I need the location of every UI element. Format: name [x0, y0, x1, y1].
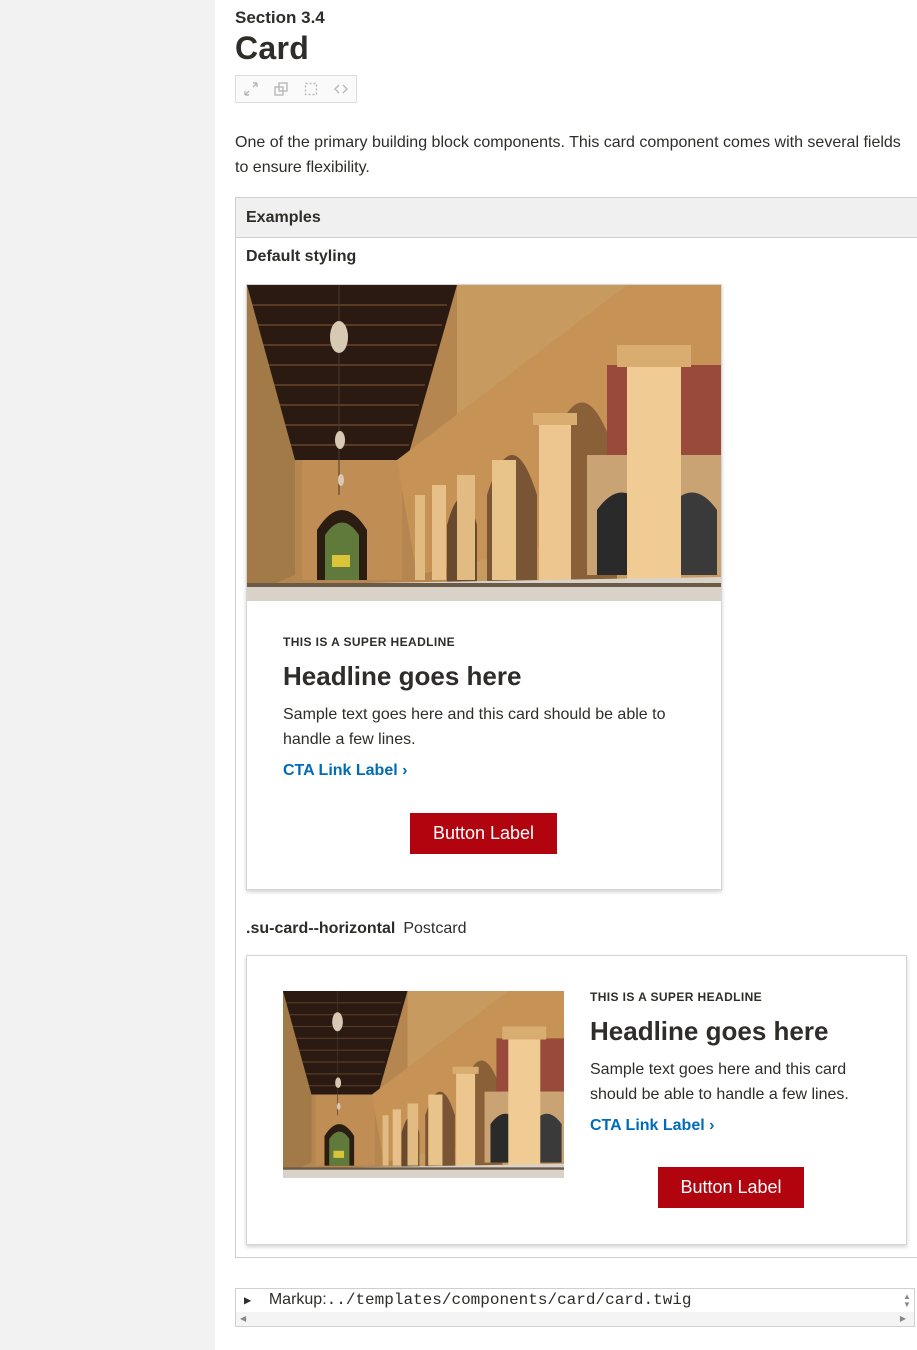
card-horizontal: THIS IS A SUPER HEADLINE Headline goes h…	[246, 955, 907, 1245]
card-image	[247, 285, 721, 601]
card-body: THIS IS A SUPER HEADLINE Headline goes h…	[283, 635, 693, 780]
card-cta-link[interactable]: CTA Link Label ›	[590, 1117, 714, 1135]
card-image	[283, 991, 564, 1178]
card-button[interactable]: Button Label	[658, 1167, 804, 1208]
card-body: THIS IS A SUPER HEADLINE Headline goes h…	[590, 990, 880, 1135]
card-default: THIS IS A SUPER HEADLINE Headline goes h…	[246, 284, 722, 890]
expand-icon[interactable]	[236, 76, 266, 102]
markup-label: Markup:	[268, 1291, 327, 1308]
vertical-scrollbar[interactable]: ▲ ▼	[900, 1289, 914, 1313]
examples-heading: Examples	[236, 198, 917, 238]
card-super-headline: THIS IS A SUPER HEADLINE	[283, 635, 456, 649]
markup-path: ../templates/components/card/card.twig	[326, 1291, 692, 1309]
horizontal-scrollbar[interactable]: ◀ ▶	[236, 1312, 914, 1326]
markup-summary[interactable]: ▶ Markup:../templates/components/card/ca…	[244, 1289, 692, 1311]
code-icon[interactable]	[326, 76, 356, 102]
scroll-down-icon[interactable]: ▼	[903, 1301, 911, 1309]
card-headline: Headline goes here	[590, 1016, 829, 1046]
section-description: One of the primary building block compon…	[235, 134, 901, 176]
markup-panel: ▶ Markup:../templates/components/card/ca…	[235, 1288, 915, 1327]
examples-panel: Examples Default styling THIS IS A SUPER…	[235, 197, 917, 1258]
section-toolbar	[235, 75, 357, 103]
card-button[interactable]: Button Label	[410, 813, 557, 854]
default-variant-label: Default styling	[246, 248, 357, 265]
page-title: Card	[235, 30, 310, 66]
card-headline: Headline goes here	[283, 661, 522, 691]
card-cta-link[interactable]: CTA Link Label ›	[283, 762, 407, 780]
horizontal-variant-desc: Postcard	[403, 920, 467, 937]
scroll-left-icon[interactable]: ◀	[240, 1315, 246, 1323]
card-text: Sample text goes here and this card shou…	[590, 1061, 849, 1103]
horizontal-variant-label: .su-card--horizontal Postcard	[246, 920, 466, 938]
card-super-headline: THIS IS A SUPER HEADLINE	[590, 990, 763, 1004]
sidebar	[0, 0, 215, 1350]
section-label: Section 3.4	[235, 8, 325, 27]
card-text: Sample text goes here and this card shou…	[283, 706, 666, 748]
new-window-icon[interactable]	[266, 76, 296, 102]
horizontal-variant-class: .su-card--horizontal	[246, 920, 396, 937]
outline-icon[interactable]	[296, 76, 326, 102]
scroll-right-icon[interactable]: ▶	[900, 1315, 906, 1323]
disclosure-triangle-icon[interactable]: ▶	[244, 1294, 251, 1308]
